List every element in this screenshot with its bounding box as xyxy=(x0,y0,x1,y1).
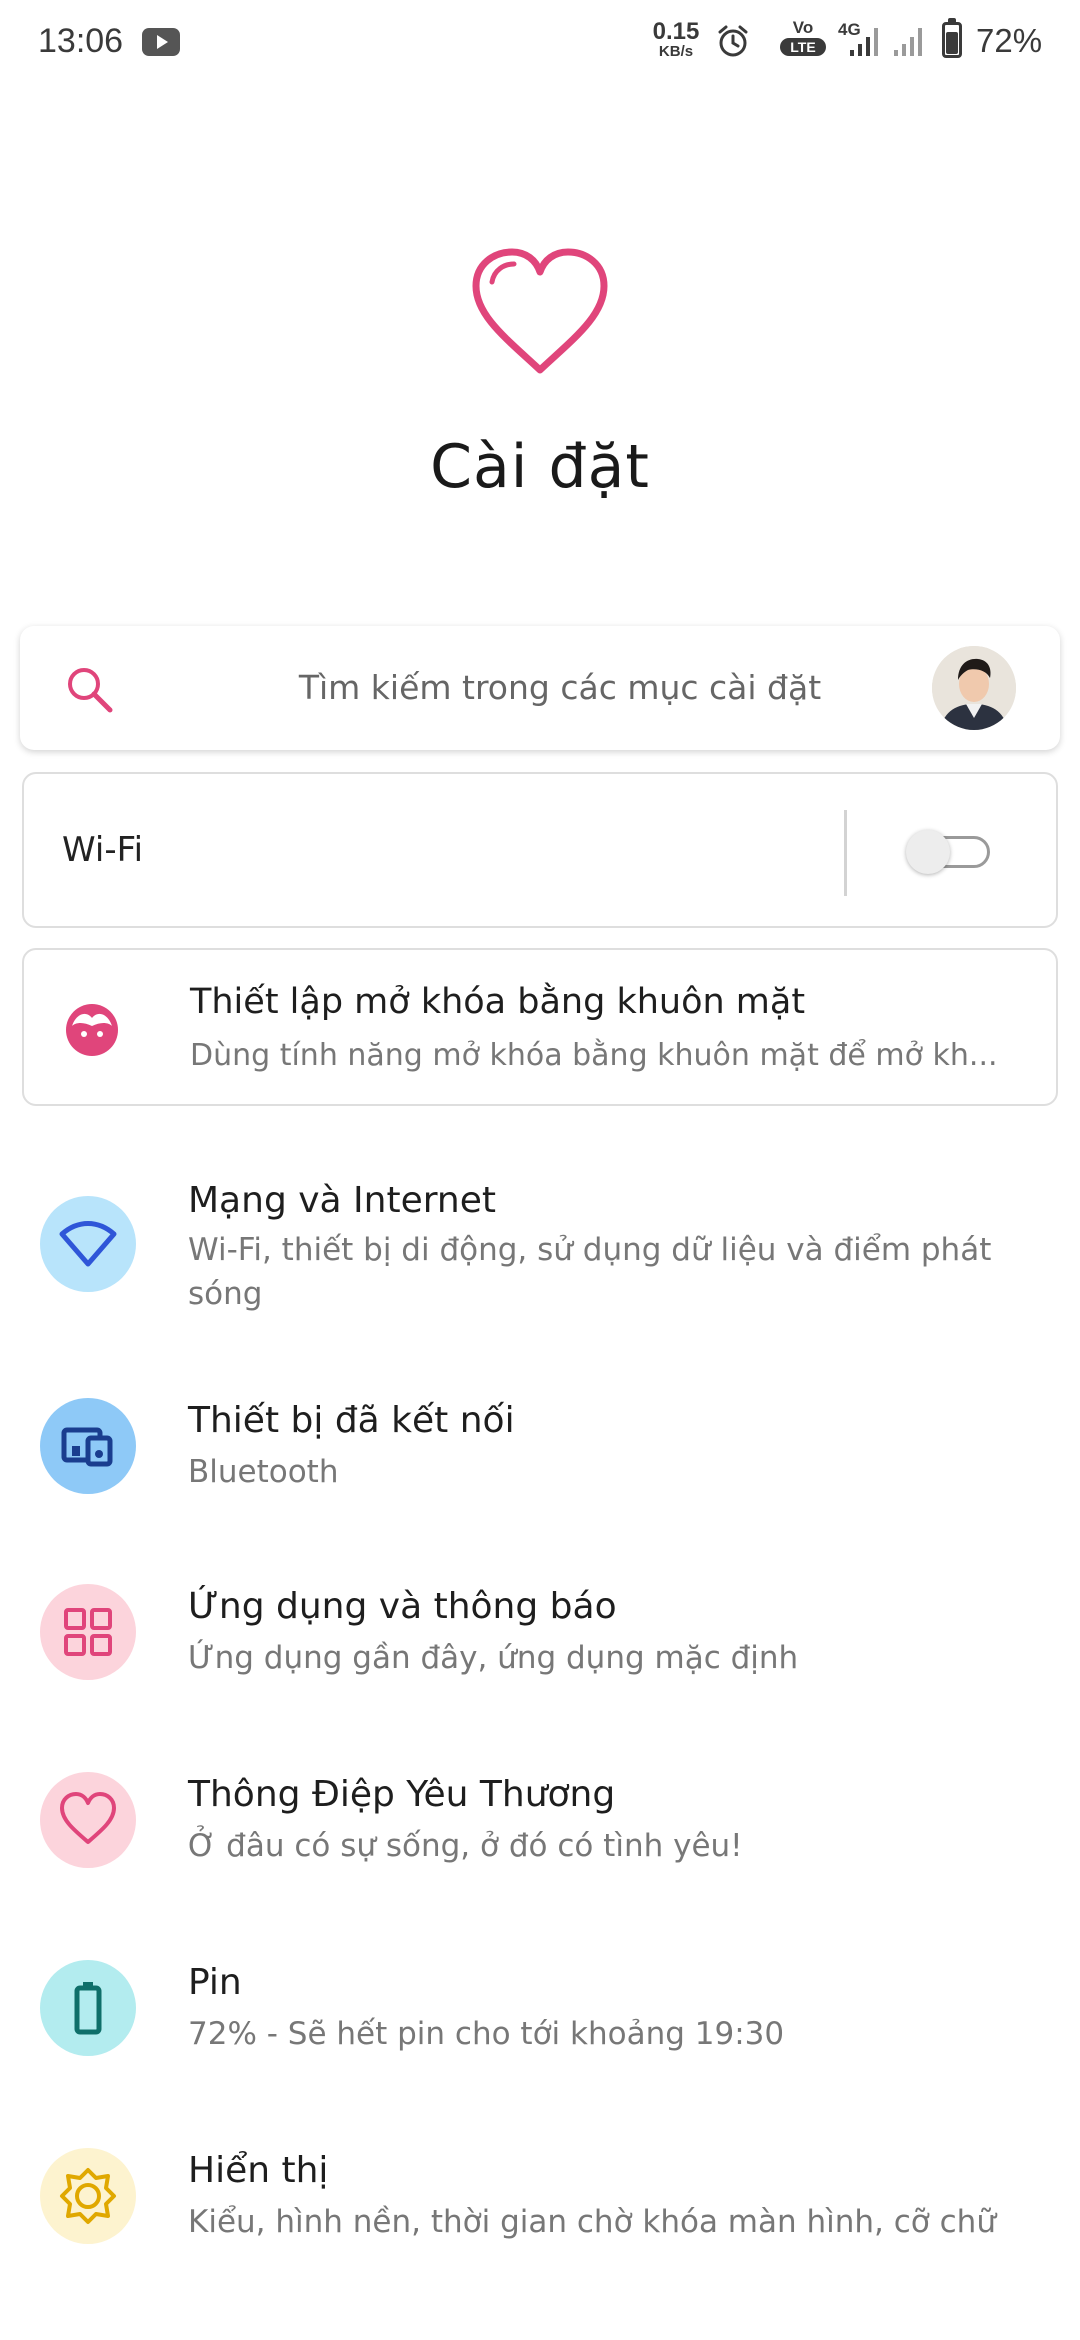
setting-connected-devices[interactable]: Thiết bị đã kết nối Bluetooth xyxy=(0,1368,1080,1518)
network-speed: 0.15 KB/s xyxy=(650,20,702,60)
network-speed-value: 0.15 xyxy=(652,18,700,45)
status-bar: 13:06 0.15 KB/s Vo LTE 4G 72% xyxy=(0,0,1080,84)
setting-subtitle: Wi-Fi, thiết bị di động, sử dụng dữ liệu… xyxy=(188,1232,992,1312)
face-unlock-suggestion[interactable]: Thiết lập mở khóa bằng khuôn mặt Dùng tí… xyxy=(22,948,1058,1106)
battery-percent: 72% xyxy=(976,22,1043,59)
apps-grid-icon xyxy=(40,1584,136,1680)
avatar[interactable] xyxy=(932,646,1016,730)
wifi-icon xyxy=(40,1196,136,1292)
alarm-icon xyxy=(718,25,748,57)
battery-icon xyxy=(942,18,962,58)
face-icon xyxy=(66,1004,118,1056)
wifi-toggle-row[interactable]: Wi-Fi xyxy=(22,772,1058,928)
volte-label: Vo xyxy=(792,18,814,37)
search-bar[interactable]: Tìm kiếm trong các mục cài đặt xyxy=(20,626,1060,750)
setting-title: Mạng và Internet xyxy=(188,1180,496,1221)
lte-label: LTE xyxy=(780,38,826,56)
setting-network-internet[interactable]: Mạng và Internet Wi-Fi, thiết bị di động… xyxy=(0,1140,1080,1340)
volte-icon: Vo LTE xyxy=(780,18,826,62)
setting-subtitle: Ứng dụng gần đây, ứng dụng mặc định xyxy=(188,1640,799,1676)
page-title: Cài đặt xyxy=(430,432,650,502)
signal-icon xyxy=(850,28,878,56)
status-time: 13:06 xyxy=(38,22,124,60)
setting-title: Thông Điệp Yêu Thương xyxy=(188,1774,616,1815)
setting-subtitle: 72% - Sẽ hết pin cho tới khoảng 19:30 xyxy=(188,2016,785,2052)
setting-subtitle: Ở đâu có sự sống, ở đó có tình yêu! xyxy=(188,1828,743,1864)
setting-love-message[interactable]: Thông Điệp Yêu Thương Ở đâu có sự sống, … xyxy=(0,1742,1080,1892)
search-placeholder[interactable]: Tìm kiếm trong các mục cài đặt xyxy=(200,668,920,707)
setting-display[interactable]: Hiển thị Kiểu, hình nền, thời gian chờ k… xyxy=(0,2118,1080,2268)
signal-icon xyxy=(894,28,922,56)
battery-fill xyxy=(946,32,958,54)
setting-apps-notifications[interactable]: Ứng dụng và thông báo Ứng dụng gần đây, … xyxy=(0,1554,1080,1704)
network-speed-unit: KB/s xyxy=(658,43,694,60)
devices-icon xyxy=(40,1398,136,1494)
wifi-switch[interactable] xyxy=(906,830,996,874)
setting-title: Thiết bị đã kết nối xyxy=(188,1400,515,1441)
setting-title: Pin xyxy=(188,1962,242,2003)
youtube-icon xyxy=(142,28,180,56)
setting-title: Hiển thị xyxy=(188,2150,329,2191)
switch-knob xyxy=(906,830,950,874)
setting-subtitle: Bluetooth xyxy=(188,1454,339,1490)
avatar-photo xyxy=(932,646,1016,730)
setting-battery[interactable]: Pin 72% - Sẽ hết pin cho tới khoảng 19:3… xyxy=(0,1930,1080,2080)
heart-icon xyxy=(472,248,608,374)
divider xyxy=(844,810,847,896)
face-unlock-subtitle: Dùng tính năng mở khóa bằng khuôn mặt để… xyxy=(190,1038,998,1073)
battery-icon xyxy=(40,1960,136,2056)
heart-icon xyxy=(40,1772,136,1868)
setting-title: Ứng dụng và thông báo xyxy=(188,1586,617,1627)
setting-subtitle: Kiểu, hình nền, thời gian chờ khóa màn h… xyxy=(188,2204,996,2240)
brightness-icon xyxy=(40,2148,136,2244)
wifi-label: Wi-Fi xyxy=(62,830,144,870)
face-unlock-title: Thiết lập mở khóa bằng khuôn mặt xyxy=(190,982,806,1022)
search-icon[interactable] xyxy=(62,662,118,718)
